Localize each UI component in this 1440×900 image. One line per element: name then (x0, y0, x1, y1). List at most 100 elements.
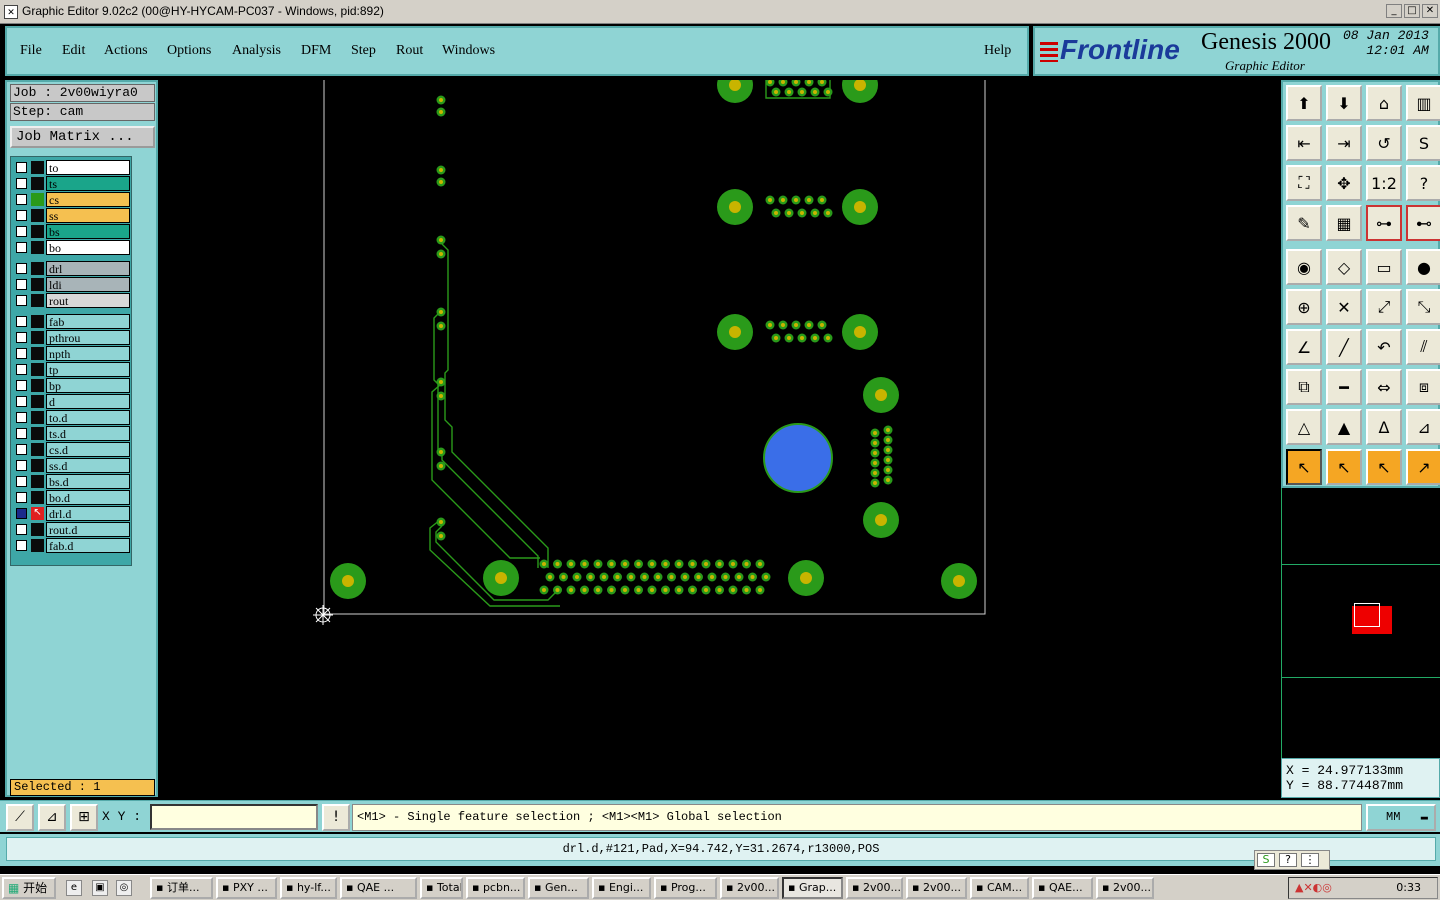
minimize-button[interactable]: _ (1386, 4, 1402, 18)
move-icon[interactable]: ⤢ (1366, 289, 1402, 325)
layer-checkbox[interactable] (16, 460, 27, 471)
layer-checkbox[interactable] (16, 226, 27, 237)
zoom-right-icon[interactable]: ⇥ (1326, 125, 1362, 161)
measure-ruler-icon[interactable]: ▭ (1366, 249, 1402, 285)
quicklaunch-media-icon[interactable]: ◎ (116, 880, 132, 896)
pan-icon[interactable]: ✥ (1326, 165, 1362, 201)
home-up-icon[interactable]: ⬆ (1286, 85, 1322, 121)
job-matrix-button[interactable]: Job Matrix ... (10, 126, 155, 148)
layer-row-drl-d[interactable]: ↖ drl.d (13, 506, 131, 521)
layer-row-npth[interactable]: npth (13, 346, 131, 361)
grid-toggle-icon[interactable]: ▦ (1326, 205, 1362, 241)
layer-name[interactable]: cs.d (46, 442, 130, 457)
layer-checkbox[interactable] (16, 178, 27, 189)
layer-checkbox[interactable] (16, 162, 27, 173)
layer-name[interactable]: rout.d (46, 522, 130, 537)
menu-help[interactable]: Help (984, 43, 1011, 59)
layer-row-ss[interactable]: ss (13, 208, 131, 223)
layer-name[interactable]: fab.d (46, 538, 130, 553)
trace-icon[interactable]: ━ (1326, 369, 1362, 405)
taskbar-button[interactable]: ▪ 订单... (150, 877, 213, 899)
taskbar-button[interactable]: ▪ 2v00... (846, 877, 903, 899)
taskbar-button[interactable]: ▪ PXY ... (216, 877, 277, 899)
stretch-icon[interactable]: ⇔ (1366, 369, 1402, 405)
menu-analysis[interactable]: Analysis (232, 43, 281, 59)
layer-row-to-d[interactable]: to.d (13, 410, 131, 425)
layer-row-fab-d[interactable]: fab.d (13, 538, 131, 553)
graphic-canvas[interactable] (160, 80, 1280, 797)
triangle-icon[interactable]: △ (1286, 409, 1322, 445)
layer-checkbox[interactable] (16, 380, 27, 391)
layer-name[interactable]: drl (46, 261, 130, 276)
taskbar-button[interactable]: ▪ 2v00... (1096, 877, 1154, 899)
menu-dfm[interactable]: DFM (301, 43, 331, 59)
pointer-route-icon[interactable]: ↗ (1406, 449, 1440, 485)
layer-name[interactable]: rout (46, 293, 130, 308)
layer-name[interactable]: to (46, 160, 130, 175)
layer-checkbox[interactable] (16, 316, 27, 327)
overview-navigator[interactable] (1281, 488, 1440, 758)
layer-row-rout-d[interactable]: rout.d (13, 522, 131, 537)
maximize-button[interactable]: □ (1404, 4, 1420, 18)
quicklaunch-ie-icon[interactable]: e (66, 880, 82, 896)
layer-row-drl[interactable]: drl (13, 261, 131, 276)
layer-checkbox[interactable] (16, 412, 27, 423)
layer-name[interactable]: npth (46, 346, 130, 361)
home-icon[interactable]: ⌂ (1366, 85, 1402, 121)
pointer-icon[interactable]: ↖ (1286, 449, 1322, 485)
pointer-rotate-icon[interactable]: ↖ (1366, 449, 1402, 485)
line-icon[interactable]: ╱ (1326, 329, 1362, 365)
layer-checkbox[interactable] (16, 476, 27, 487)
fill-icon[interactable]: ● (1406, 249, 1440, 285)
layer-checkbox[interactable] (16, 242, 27, 253)
panel-icon[interactable]: ▥ (1406, 85, 1440, 121)
layer-name[interactable]: d (46, 394, 130, 409)
layer-name[interactable]: tp (46, 362, 130, 377)
help-icon[interactable]: ? (1406, 165, 1440, 201)
start-button[interactable]: ▦ 开始 (2, 877, 56, 899)
taskbar-button[interactable]: ▪ Total... (420, 877, 463, 899)
layer-checkbox[interactable] (16, 332, 27, 343)
taskbar-button[interactable]: ▪ 2v00... (906, 877, 967, 899)
layer-name[interactable]: pthrou (46, 330, 130, 345)
taskbar-button[interactable]: ▪ QAE... (1032, 877, 1093, 899)
layer-name[interactable]: drl.d (46, 506, 130, 521)
scale-icon[interactable]: 1:2 (1366, 165, 1402, 201)
layer-name[interactable]: ldi (46, 277, 130, 292)
taskbar-button[interactable]: ▪ Prog... (654, 877, 717, 899)
help-icon[interactable]: ? (1279, 853, 1297, 867)
layer-name[interactable]: cs (46, 192, 130, 207)
menu-file[interactable]: File (20, 43, 42, 59)
taskbar-button[interactable]: ▪ QAE ... (340, 877, 417, 899)
menu-options[interactable]: Options (167, 43, 211, 59)
taskbar-button[interactable]: ▪ Grap... (782, 877, 843, 899)
delete-icon[interactable]: ✕ (1326, 289, 1362, 325)
layer-row-bs-d[interactable]: bs.d (13, 474, 131, 489)
taskbar-button[interactable]: ▪ hy-lf... (280, 877, 337, 899)
ime-menu-icon[interactable]: ⋮ (1301, 853, 1319, 867)
layer-compare2-icon[interactable]: ⊷ (1406, 205, 1440, 241)
layer-name[interactable]: ss.d (46, 458, 130, 473)
layer-checkbox[interactable] (16, 444, 27, 455)
layer-checkbox[interactable] (16, 428, 27, 439)
taskbar-button[interactable]: ▪ Engi... (592, 877, 651, 899)
layer-checkbox[interactable] (16, 364, 27, 375)
layer-row-ss-d[interactable]: ss.d (13, 458, 131, 473)
layer-checkbox[interactable] (16, 194, 27, 205)
layer-name[interactable]: ts (46, 176, 130, 191)
snap-icon[interactable]: ⟋ (6, 804, 34, 831)
taskbar-button[interactable]: ▪ CAM... (970, 877, 1029, 899)
layer-name[interactable]: bo (46, 240, 130, 255)
layer-row-bo[interactable]: bo (13, 240, 131, 255)
layer-checkbox[interactable] (16, 263, 27, 274)
grid-icon[interactable]: ⊞ (70, 804, 98, 831)
layer-row-cs[interactable]: cs (13, 192, 131, 207)
layer-row-cs-d[interactable]: cs.d (13, 442, 131, 457)
undo-view-icon[interactable]: ↺ (1366, 125, 1402, 161)
menu-step[interactable]: Step (351, 43, 376, 59)
layer-checkbox[interactable] (16, 295, 27, 306)
peak-icon[interactable]: ▲ (1326, 409, 1362, 445)
clip-icon[interactable]: ◇ (1326, 249, 1362, 285)
layer-checkbox[interactable] (16, 508, 27, 519)
mirror-icon[interactable]: ⫽ (1406, 329, 1440, 365)
